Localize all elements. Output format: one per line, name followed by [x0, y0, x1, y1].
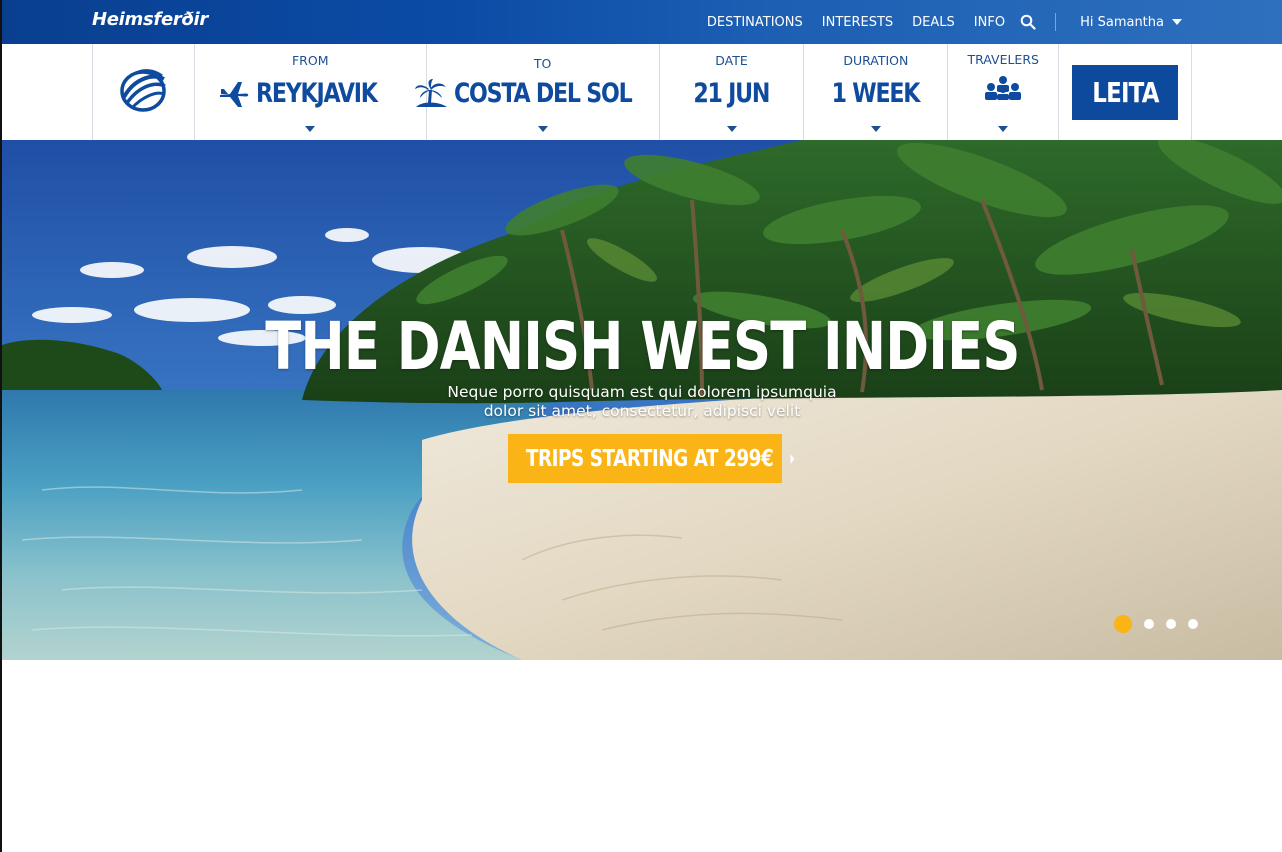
chevron-down-icon — [1172, 19, 1182, 25]
duration-label: DURATION — [843, 53, 909, 68]
home-logo[interactable] — [93, 44, 195, 140]
carousel-dot-2[interactable] — [1144, 619, 1154, 629]
date-value-row: 21 JUN — [685, 78, 778, 109]
search-icon[interactable] — [1019, 13, 1037, 31]
chevron-down-icon — [998, 126, 1009, 132]
user-greeting: Hi Samantha — [1080, 14, 1164, 30]
duration-value-row: 1 WEEK — [822, 78, 929, 109]
hero-subtitle-line1: Neque porro quisquam est qui dolorem ips… — [447, 383, 837, 401]
chevron-down-icon — [726, 126, 737, 132]
hero-banner: THE DANISH WEST INDIES Neque porro quisq… — [2, 140, 1282, 660]
from-value: REYKJAVIK — [255, 78, 378, 109]
caret-right-icon — [790, 453, 795, 464]
hero-title-text: THE DANISH WEST INDIES — [264, 308, 1020, 385]
travelers-label: TRAVELERS — [967, 52, 1039, 67]
cta-label: TRIPS STARTING AT 299€ — [525, 445, 774, 472]
trips-cta-button[interactable]: TRIPS STARTING AT 299€ — [508, 434, 795, 483]
to-selector[interactable]: TO COSTA DEL SOL — [415, 44, 660, 140]
trip-search-bar: FROM REYKJAVIK TO COSTA DEL SOL DATE 21 … — [92, 44, 1192, 140]
nav-destinations[interactable]: DESTINATIONS — [707, 15, 803, 30]
duration-value: 1 WEEK — [832, 78, 921, 109]
chevron-down-icon — [870, 126, 881, 132]
top-nav-bar: Heimsferðir DESTINATIONS INTERESTS DEALS… — [0, 0, 1282, 44]
leita-search-button[interactable]: LEITA — [1072, 64, 1179, 120]
people-group-icon — [983, 75, 1023, 101]
search-button-cell: LEITA — [1059, 44, 1192, 140]
date-label: DATE — [715, 53, 748, 68]
to-value: COSTA DEL SOL — [454, 78, 633, 109]
window-edge — [0, 0, 2, 852]
nav-divider — [1055, 13, 1057, 31]
airplane-icon — [218, 80, 250, 108]
travelers-selector[interactable]: TRAVELERS — [948, 44, 1060, 140]
globe-swoosh-icon — [118, 67, 168, 118]
from-label: FROM — [291, 53, 329, 68]
nav-info[interactable]: INFO — [974, 15, 1005, 30]
carousel-dot-4[interactable] — [1188, 619, 1198, 629]
brand-logo-text[interactable]: Heimsferðir — [92, 9, 208, 30]
user-menu[interactable]: Hi Samantha — [1080, 15, 1182, 30]
from-selector[interactable]: FROM REYKJAVIK — [195, 44, 427, 140]
date-value: 21 JUN — [693, 78, 771, 109]
palm-island-icon — [414, 78, 448, 109]
travelers-value-row — [983, 75, 1023, 101]
leita-button-label: LEITA — [1091, 75, 1159, 109]
duration-selector[interactable]: DURATION 1 WEEK — [804, 44, 949, 140]
main-nav: DESTINATIONS INTERESTS DEALS INFO Hi Sam… — [688, 0, 1182, 44]
carousel-dot-3[interactable] — [1166, 619, 1176, 629]
chevron-down-icon — [305, 126, 316, 132]
date-selector[interactable]: DATE 21 JUN — [660, 44, 805, 140]
carousel-dots — [1114, 615, 1198, 633]
chevron-down-icon — [537, 126, 548, 132]
hero-subtitle-line2: dolor sit amet, consectetur, adipisci ve… — [483, 402, 801, 420]
to-value-row: COSTA DEL SOL — [414, 78, 670, 109]
nav-interests[interactable]: INTERESTS — [822, 15, 893, 30]
nav-deals[interactable]: DEALS — [912, 15, 955, 30]
hero-title: THE DANISH WEST INDIES — [2, 308, 1282, 385]
hero-subtitle: Neque porro quisquam est qui dolorem ips… — [2, 383, 1282, 421]
carousel-dot-1[interactable] — [1114, 615, 1132, 633]
to-label: TO — [533, 56, 552, 71]
from-value-row: REYKJAVIK — [218, 78, 403, 109]
